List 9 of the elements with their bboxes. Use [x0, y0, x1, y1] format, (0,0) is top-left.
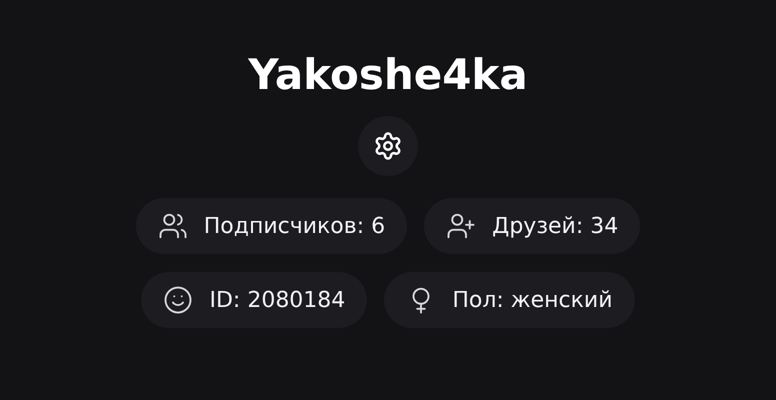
stat-label: Пол: женский — [452, 286, 612, 314]
stat-label: ID: 2080184 — [209, 286, 346, 314]
users-icon — [158, 211, 188, 241]
settings-icon — [373, 131, 403, 161]
stat-label: Друзей: 34 — [492, 212, 618, 240]
smiley-icon — [163, 285, 194, 315]
user-plus-icon — [446, 211, 476, 241]
username: Yakoshe4ka — [248, 49, 528, 101]
stat-label: Подписчиков: 6 — [204, 212, 386, 240]
